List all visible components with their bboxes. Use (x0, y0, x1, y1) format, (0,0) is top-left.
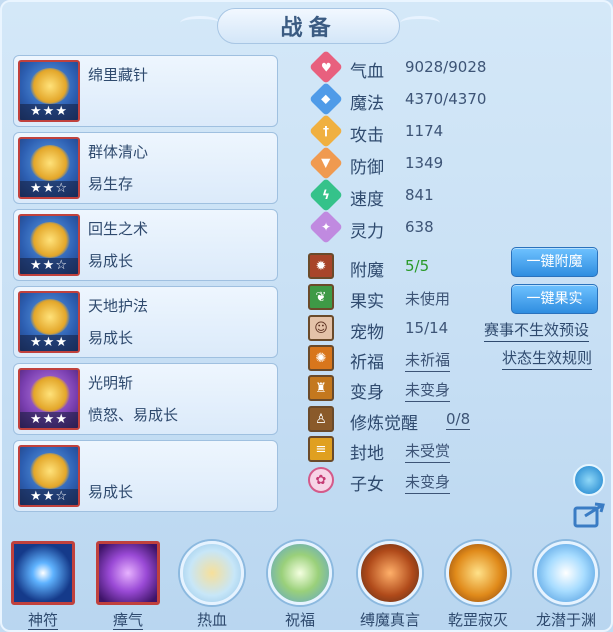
dragon-icon (534, 541, 598, 605)
transform-icon: ♜ (308, 375, 334, 401)
skill-icon: ★★☆ (18, 214, 80, 276)
stat-speed: ϟ 速度 841 (308, 178, 508, 212)
qiangang-icon (446, 541, 510, 605)
blessing-icon (268, 541, 332, 605)
skill-card[interactable]: ★★★ 天地护法 易成长 (13, 286, 278, 358)
skill-stars: ★★★ (20, 104, 78, 120)
pet-icon: ☺ (308, 315, 334, 341)
spirit-icon: ✦ (309, 210, 343, 244)
enchant-all-button[interactable]: 一键附魔 (511, 247, 598, 277)
attr-child[interactable]: ✿ 子女 未变身 (308, 467, 608, 495)
share-icon[interactable] (573, 500, 607, 528)
rune-icon (11, 541, 75, 605)
skill-stars: ★★☆ (20, 258, 78, 274)
skill-trait: 易生存 (88, 175, 134, 193)
skill-stars: ★★☆ (20, 181, 78, 197)
skill-icon: ★★☆ (18, 445, 80, 507)
preset-note-link[interactable]: 赛事不生效预设 (484, 319, 590, 342)
skill-card[interactable]: ★★★ 绵里藏针 (13, 55, 278, 127)
skill-stars: ★★★ (20, 335, 78, 351)
skill-name: 光明斩 (88, 374, 134, 392)
heart-icon: ♥ (309, 50, 343, 84)
swirl-icon[interactable] (573, 464, 605, 496)
bind-demon-icon (358, 541, 422, 605)
hotblood-icon (180, 541, 244, 605)
skill-trait: 愤怒、易成长 (88, 406, 179, 424)
fief-icon: ≡ (308, 436, 334, 462)
bottom-item-bind-demon[interactable]: 缚魔真言 (354, 539, 426, 631)
cultivate-icon: ♙ (308, 406, 334, 432)
bottom-item-miasma[interactable]: 瘴气 (92, 539, 164, 631)
panel-title-text: 战备 (280, 16, 337, 41)
skill-card[interactable]: ★★☆ 回生之术 易成长 (13, 209, 278, 281)
skill-name: 回生之术 (88, 220, 149, 238)
attr-fief[interactable]: ≡ 封地 未受赏 (308, 436, 608, 464)
skill-icon: ★★★ (18, 60, 80, 122)
stat-defense: ▼ 防御 1349 (308, 146, 508, 180)
speed-icon: ϟ (309, 178, 343, 212)
stat-mp: ◆ 魔法 4370/4370 (308, 82, 508, 116)
stat-hp: ♥ 气血 9028/9028 (308, 50, 508, 84)
skill-card[interactable]: ★★★ 光明斩 愤怒、易成长 (13, 363, 278, 435)
fruit-icon: ❦ (308, 284, 334, 310)
skill-card[interactable]: ★★☆ 易成长 (13, 440, 278, 512)
stat-spirit: ✦ 灵力 638 (308, 210, 508, 244)
bottom-item-hotblood[interactable]: 热血 (176, 539, 248, 631)
skill-trait: 易成长 (88, 483, 134, 501)
fruit-all-button[interactable]: 一键果实 (511, 284, 598, 314)
shield-icon: ▼ (309, 146, 343, 180)
attr-transform[interactable]: ♜ 变身 未变身 (308, 375, 608, 403)
skill-icon: ★★★ (18, 368, 80, 430)
skill-icon: ★★☆ (18, 137, 80, 199)
bottom-item-qiangang[interactable]: 乾罡寂灭 (442, 539, 514, 631)
bottom-item-blessing[interactable]: 祝福 (264, 539, 336, 631)
stat-attack: † 攻击 1174 (308, 114, 508, 148)
sword-icon: † (309, 114, 343, 148)
skill-card[interactable]: ★★☆ 群体清心 易生存 (13, 132, 278, 204)
skill-icon: ★★★ (18, 291, 80, 353)
skill-stars: ★★☆ (20, 489, 78, 505)
skill-stars: ★★★ (20, 412, 78, 428)
enchant-icon: ✹ (308, 253, 334, 279)
skill-name: 绵里藏针 (88, 66, 149, 84)
battle-prep-panel: 战备 ★★★ 绵里藏针 ★★☆ 群体清心 易生存 ★★☆ 回生之术 易成长 ★★… (0, 0, 613, 632)
mana-icon: ◆ (309, 82, 343, 116)
child-icon: ✿ (308, 467, 334, 493)
skill-name: 天地护法 (88, 297, 149, 315)
bottom-item-dragon[interactable]: 龙潜于渊 (530, 539, 602, 631)
skill-name: 群体清心 (88, 143, 149, 161)
skill-trait: 易成长 (88, 329, 134, 347)
panel-title: 战备 (217, 8, 400, 44)
bless-icon: ✺ (308, 345, 334, 371)
miasma-icon (96, 541, 160, 605)
status-rules-link[interactable]: 状态生效规则 (502, 347, 593, 370)
skill-trait: 易成长 (88, 252, 134, 270)
title-ornament-left (180, 16, 220, 30)
attr-cultivate[interactable]: ♙ 修炼觉醒 0/8 (308, 406, 608, 434)
bottom-item-rune[interactable]: 神符 (7, 539, 79, 631)
title-ornament-right (400, 16, 440, 30)
